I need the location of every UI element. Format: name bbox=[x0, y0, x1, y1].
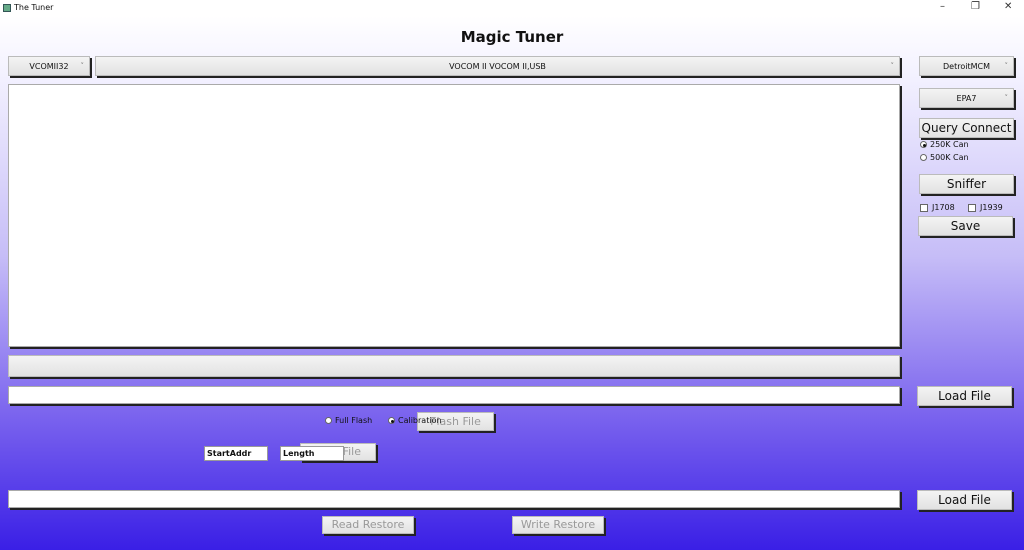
device-dropdown[interactable]: VOCOM II VOCOM II,USB ˅ bbox=[95, 56, 900, 76]
chevron-down-icon: ˅ bbox=[1004, 94, 1009, 102]
radio-icon bbox=[325, 417, 332, 424]
checkbox-icon bbox=[920, 203, 928, 212]
log-output-area[interactable] bbox=[8, 84, 900, 347]
radio-full-flash[interactable]: Full Flash bbox=[325, 416, 372, 425]
radio-250k-can[interactable]: 250K Can bbox=[920, 140, 969, 149]
length-input[interactable]: Length bbox=[280, 446, 344, 461]
checkbox-j1708[interactable]: J1708 bbox=[920, 203, 955, 212]
chevron-down-icon: ˅ bbox=[890, 62, 895, 70]
emission-dropdown[interactable]: EPA7 ˅ bbox=[919, 88, 1014, 108]
radio-label: 500K Can bbox=[930, 153, 969, 162]
restore-file-path-input[interactable] bbox=[8, 490, 900, 508]
radio-calibration[interactable]: Calibration bbox=[388, 416, 442, 425]
start-addr-input[interactable]: StartAddr bbox=[204, 446, 268, 461]
radio-label: 250K Can bbox=[930, 140, 969, 149]
checkbox-icon bbox=[968, 203, 976, 212]
ecu-dropdown[interactable]: DetroitMCM ˅ bbox=[919, 56, 1014, 76]
save-button[interactable]: Save bbox=[918, 216, 1013, 236]
chevron-down-icon: ˅ bbox=[80, 62, 85, 70]
checkbox-j1939[interactable]: J1939 bbox=[968, 203, 1003, 212]
radio-label: Calibration bbox=[398, 416, 442, 425]
window-title: The Tuner bbox=[14, 3, 54, 12]
radio-selected-icon bbox=[920, 141, 927, 148]
app-icon bbox=[3, 4, 11, 12]
interface-dropdown[interactable]: VCOMII32 ˅ bbox=[8, 56, 90, 76]
page-title: Magic Tuner bbox=[460, 28, 564, 46]
write-restore-button[interactable]: Write Restore bbox=[512, 516, 604, 534]
checkbox-label: J1939 bbox=[980, 203, 1003, 212]
sniffer-button[interactable]: Sniffer bbox=[919, 174, 1014, 194]
load-file-button-2[interactable]: Load File bbox=[917, 490, 1012, 510]
radio-label: Full Flash bbox=[335, 416, 373, 425]
emission-value: EPA7 bbox=[956, 94, 977, 103]
radio-icon bbox=[920, 154, 927, 161]
load-file-button-1[interactable]: Load File bbox=[917, 386, 1012, 406]
close-button[interactable]: ✕ bbox=[1004, 1, 1012, 12]
main-window: Magic Tuner VCOMII32 ˅ VOCOM II VOCOM II,… bbox=[0, 16, 1024, 550]
query-connect-button[interactable]: Query Connect bbox=[919, 118, 1014, 138]
device-value: VOCOM II VOCOM II,USB bbox=[449, 62, 546, 71]
checkbox-label: J1708 bbox=[932, 203, 955, 212]
radio-500k-can[interactable]: 500K Can bbox=[920, 153, 969, 162]
title-bar: The Tuner – ❐ ✕ bbox=[0, 0, 1024, 16]
restore-button[interactable]: ❐ bbox=[971, 1, 980, 12]
minimize-button[interactable]: – bbox=[940, 1, 945, 12]
flash-file-path-input[interactable] bbox=[8, 386, 900, 404]
ecu-value: DetroitMCM bbox=[943, 62, 990, 71]
chevron-down-icon: ˅ bbox=[1004, 62, 1009, 70]
progress-bar bbox=[8, 355, 900, 377]
radio-selected-icon bbox=[388, 417, 395, 424]
interface-value: VCOMII32 bbox=[29, 62, 69, 71]
read-restore-button[interactable]: Read Restore bbox=[322, 516, 414, 534]
